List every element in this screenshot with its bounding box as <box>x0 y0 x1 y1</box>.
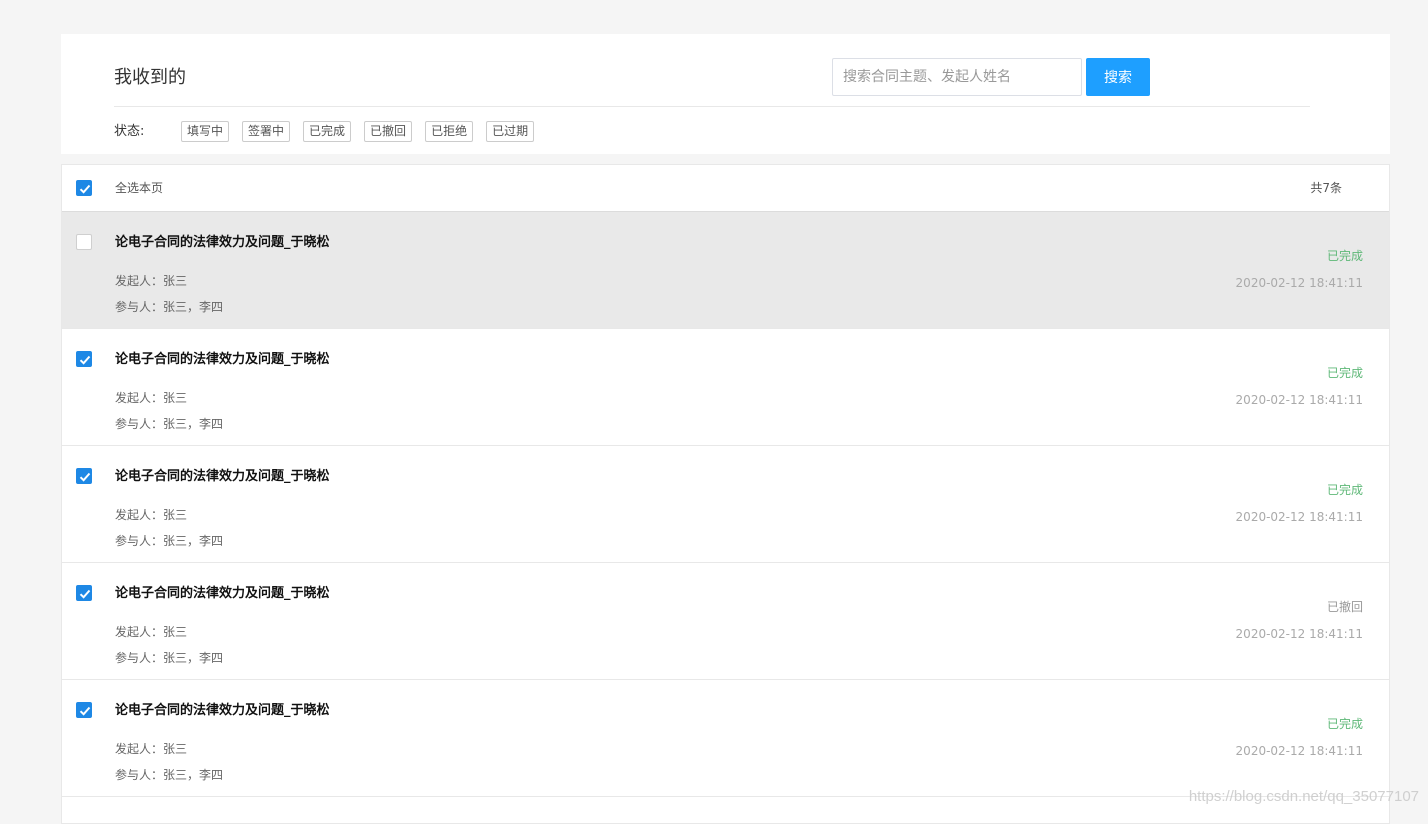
total-count: 共7条 <box>1310 181 1342 195</box>
row-participants: 参与人：张三，李四 <box>115 300 224 314</box>
row-timestamp: 2020-02-12 18:41:11 <box>1235 276 1363 290</box>
check-icon <box>79 706 91 716</box>
row-timestamp: 2020-02-12 18:41:11 <box>1235 627 1363 641</box>
row-title[interactable]: 论电子合同的法律效力及问题_于晓松 <box>115 585 330 603</box>
row-title[interactable]: 论电子合同的法律效力及问题_于晓松 <box>115 351 330 369</box>
table-row[interactable]: 论电子合同的法律效力及问题_于晓松 发起人：张三 参与人：张三，李四 已撤回 2… <box>62 563 1389 680</box>
header-panel: 我收到的 搜索 状态: 填写中 签署中 已完成 已撤回 已拒绝 已过期 <box>61 34 1390 154</box>
status-filter-expired[interactable]: 已过期 <box>486 121 535 142</box>
check-icon <box>79 472 91 482</box>
row-checkbox[interactable] <box>76 351 92 367</box>
table-row[interactable]: 论电子合同的法律效力及问题_于晓松 发起人：张三 参与人：张三，李四 已完成 2… <box>62 680 1389 797</box>
status-badge: 已完成 <box>1326 483 1363 497</box>
table-row[interactable]: 论电子合同的法律效力及问题_于晓松 发起人：张三 参与人：张三，李四 已完成 2… <box>62 446 1389 563</box>
row-title[interactable]: 论电子合同的法律效力及问题_于晓松 <box>115 468 330 486</box>
page-title: 我收到的 <box>114 67 186 88</box>
status-filter-rejected[interactable]: 已拒绝 <box>425 121 474 142</box>
row-participants: 参与人：张三，李四 <box>115 651 224 665</box>
status-label: 状态: <box>114 124 145 139</box>
status-badge: 已撤回 <box>1326 600 1363 614</box>
row-checkbox[interactable] <box>76 702 92 718</box>
header-divider <box>114 106 1310 107</box>
table-row[interactable]: 论电子合同的法律效力及问题_于晓松 发起人：张三 参与人：张三，李四 已完成 2… <box>62 329 1389 446</box>
status-badge: 已完成 <box>1326 366 1363 380</box>
check-icon <box>79 589 91 599</box>
row-initiator: 发起人：张三 <box>115 742 188 756</box>
watermark: https://blog.csdn.net/qq_35077107 <box>1188 788 1419 805</box>
row-initiator: 发起人：张三 <box>115 508 188 522</box>
status-filter-filling[interactable]: 填写中 <box>181 121 230 142</box>
row-timestamp: 2020-02-12 18:41:11 <box>1235 744 1363 758</box>
contract-list: 全选本页 共7条 论电子合同的法律效力及问题_于晓松 发起人：张三 参与人：张三… <box>61 164 1390 824</box>
search-button[interactable]: 搜索 <box>1086 58 1150 96</box>
row-participants: 参与人：张三，李四 <box>115 534 224 548</box>
row-initiator: 发起人：张三 <box>115 625 188 639</box>
check-icon <box>79 355 91 365</box>
row-participants: 参与人：张三，李四 <box>115 768 224 782</box>
status-filter-signing[interactable]: 签署中 <box>242 121 291 142</box>
select-all-checkbox[interactable] <box>76 180 92 196</box>
table-row[interactable]: 论电子合同的法律效力及问题_于晓松 发起人：张三 参与人：张三，李四 已完成 2… <box>62 212 1389 329</box>
list-header: 全选本页 共7条 <box>62 165 1389 212</box>
status-badge: 已完成 <box>1326 717 1363 731</box>
row-checkbox[interactable] <box>76 585 92 601</box>
row-participants: 参与人：张三，李四 <box>115 417 224 431</box>
select-all-label: 全选本页 <box>115 181 164 195</box>
status-filters: 填写中 签署中 已完成 已撤回 已拒绝 已过期 <box>181 121 535 142</box>
status-filter-completed[interactable]: 已完成 <box>303 121 352 142</box>
row-checkbox[interactable] <box>76 234 92 250</box>
status-filter-revoked[interactable]: 已撤回 <box>364 121 413 142</box>
row-initiator: 发起人：张三 <box>115 391 188 405</box>
status-badge: 已完成 <box>1326 249 1363 263</box>
row-title[interactable]: 论电子合同的法律效力及问题_于晓松 <box>115 234 330 252</box>
row-title[interactable]: 论电子合同的法律效力及问题_于晓松 <box>115 702 330 720</box>
search-input[interactable] <box>832 58 1082 96</box>
row-checkbox[interactable] <box>76 468 92 484</box>
check-icon <box>79 184 91 194</box>
row-initiator: 发起人：张三 <box>115 274 188 288</box>
row-timestamp: 2020-02-12 18:41:11 <box>1235 510 1363 524</box>
row-timestamp: 2020-02-12 18:41:11 <box>1235 393 1363 407</box>
